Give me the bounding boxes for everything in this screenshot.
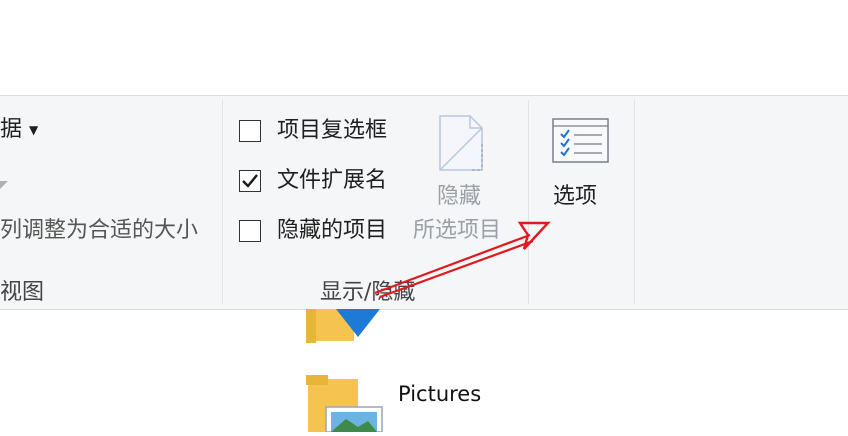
file-item-pictures[interactable] [306,375,388,433]
group-separator [222,100,223,304]
item-checkboxes-checkbox[interactable] [239,120,261,142]
file-extensions-checkbox[interactable] [239,170,261,192]
chevron-down-icon: ▼ [29,123,39,137]
file-item-folder[interactable] [306,309,386,345]
options-button[interactable]: 选项 [540,110,624,220]
hidden-items-checkbox[interactable] [239,220,261,242]
layout-group-label: 视图 [0,280,45,305]
sort-dropdown-label: 据 [0,117,23,142]
add-columns-icon[interactable] [0,176,10,195]
group-separator [634,100,635,304]
item-checkboxes-label: 项目复选框 [277,118,388,143]
folder-icon [306,309,380,343]
pictures-folder-icon [306,375,383,433]
hide-document-icon [439,115,483,171]
size-columns-to-fit-button[interactable]: 列调整为合适的大小 [0,218,198,244]
red-arrow-annotation-icon [374,221,551,299]
checkmark-icon [242,174,258,188]
sort-dropdown-button[interactable]: 据 ▼ [0,117,38,143]
options-label: 选项 [553,184,598,209]
options-checklist-icon [552,118,609,163]
hide-selected-label-line1: 隐藏 [437,184,482,209]
file-extensions-label: 文件扩展名 [277,168,388,193]
file-name-pictures[interactable]: Pictures [398,381,481,407]
